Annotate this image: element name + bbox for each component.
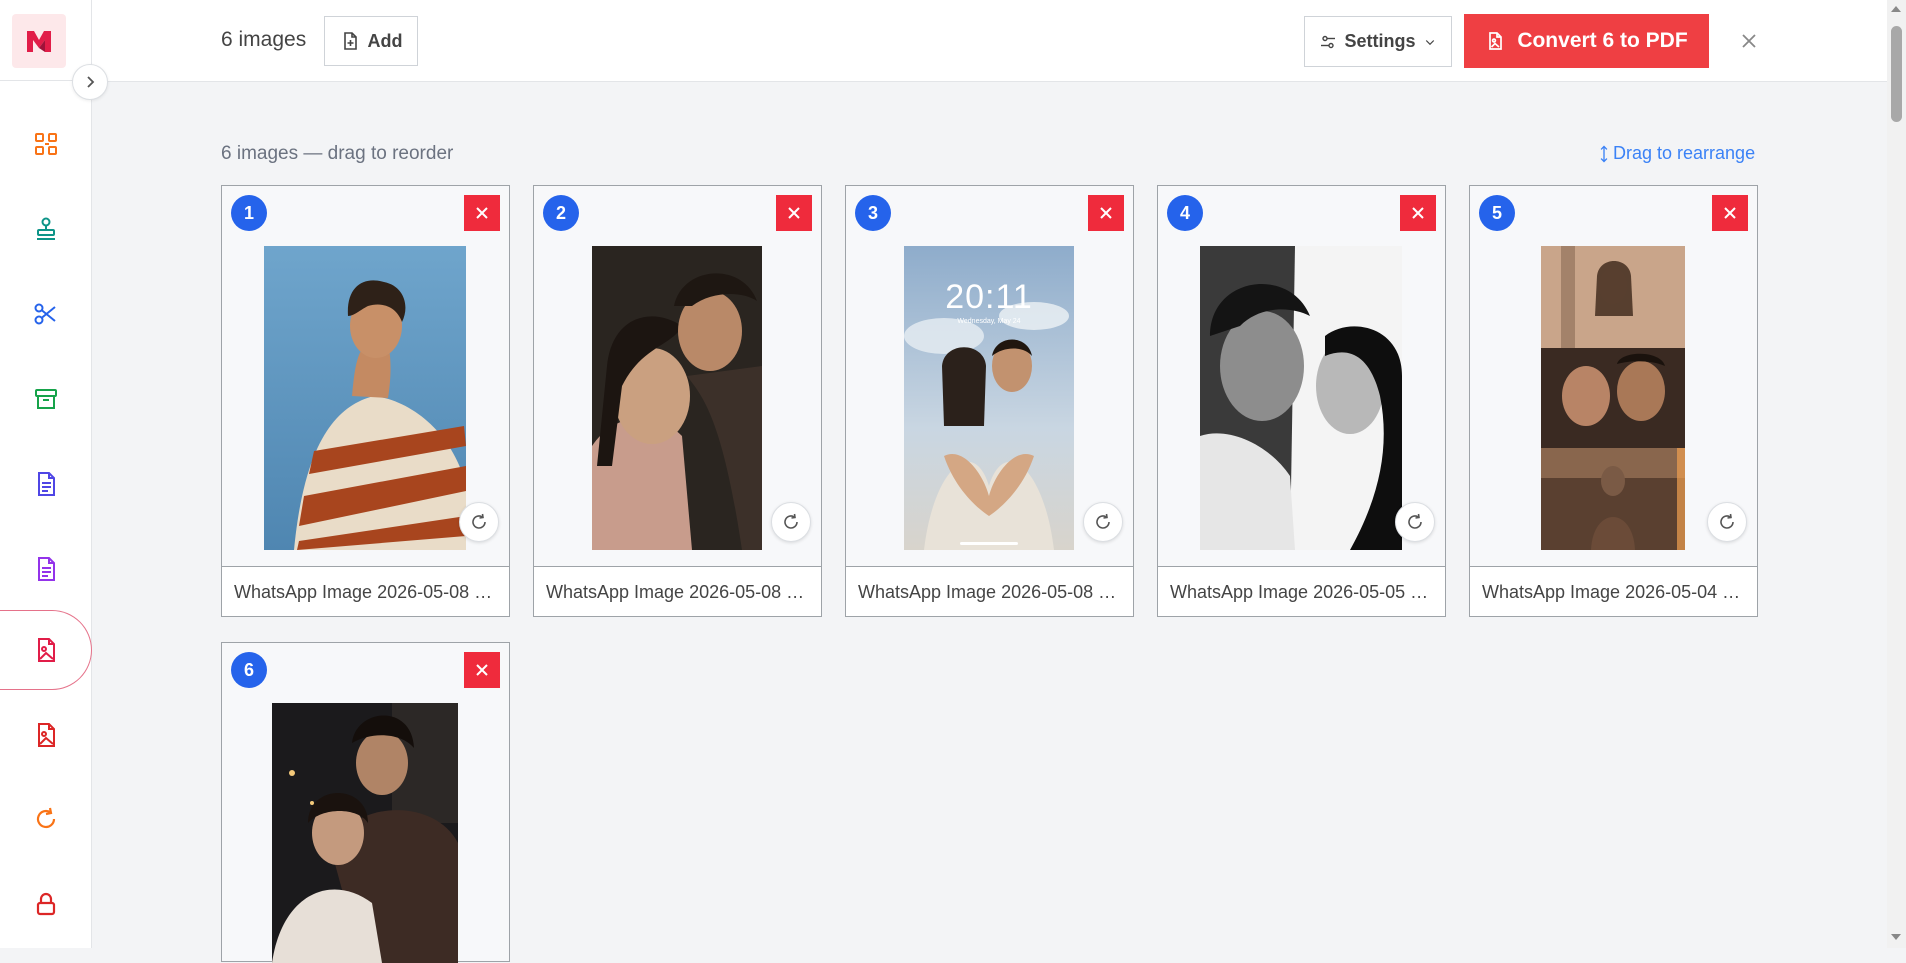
convert-to-pdf-button[interactable]: Convert 6 to PDF (1464, 14, 1709, 68)
document-icon (38, 557, 55, 581)
drag-hint-link[interactable]: Drag to rearrange (1599, 143, 1755, 164)
nav-protect[interactable] (0, 864, 92, 944)
image-file-icon (37, 638, 55, 662)
convert-button-label: Convert 6 to PDF (1517, 29, 1688, 52)
nav-word-to-pdf[interactable] (0, 529, 92, 609)
scroll-thumb[interactable] (1891, 26, 1902, 122)
close-button[interactable] (1736, 28, 1762, 54)
logo-icon (27, 31, 51, 52)
image-file-icon (38, 723, 55, 747)
drag-hint-label: Drag to rearrange (1613, 143, 1756, 163)
image-card[interactable]: 6 (221, 642, 510, 963)
nav-rotate[interactable] (0, 779, 92, 859)
image-filename: WhatsApp Image 2026-05-08 a... (534, 566, 821, 616)
rotate-icon (784, 513, 798, 529)
image-order-badge: 6 (231, 652, 267, 688)
app-logo[interactable] (12, 14, 66, 68)
nav-image-to-pdf[interactable] (0, 610, 92, 690)
rotate-image-button[interactable] (771, 502, 811, 542)
rotate-icon (1096, 513, 1110, 529)
image-filename: WhatsApp Image 2026-05-08 a... (222, 566, 509, 616)
image-order-badge: 1 (231, 195, 267, 231)
rotate-image-button[interactable] (459, 502, 499, 542)
image-order-badge: 3 (855, 195, 891, 231)
vertical-arrows-icon (1600, 145, 1608, 162)
image-filename: WhatsApp Image 2026-05-05 a... (1158, 566, 1445, 616)
image-card[interactable]: 2 WhatsApp Image 2026-05-08 a... (533, 185, 822, 617)
rotate-image-button[interactable] (1707, 502, 1747, 542)
sidebar (0, 0, 92, 948)
image-filename: WhatsApp Image 2026-05-04 a... (1470, 566, 1757, 616)
image-file-icon (1489, 32, 1503, 50)
close-icon (1100, 207, 1112, 219)
organize-icon (35, 133, 57, 155)
vertical-scrollbar[interactable] (1887, 0, 1906, 948)
lockscreen-time: 20:11 (945, 278, 1033, 316)
toolbar: 6 images Add Settings Convert 6 to PDF (92, 0, 1887, 82)
image-thumbnail (1541, 246, 1685, 550)
image-card[interactable]: 4 WhatsApp Image 2026-05-05 a... (1157, 185, 1446, 617)
remove-image-button[interactable] (464, 652, 500, 688)
image-order-badge: 4 (1167, 195, 1203, 231)
scroll-up-arrow[interactable] (1891, 6, 1901, 12)
image-count-label: 6 images (221, 28, 307, 51)
remove-image-button[interactable] (1400, 195, 1436, 231)
sidebar-expand-button[interactable] (72, 64, 108, 100)
image-filename: WhatsApp Image 2026-05-08 a... (846, 566, 1133, 616)
nav-pdf-to-image[interactable] (0, 695, 92, 775)
remove-image-button[interactable] (1088, 195, 1124, 231)
rotate-icon (1720, 513, 1734, 529)
remove-image-button[interactable] (776, 195, 812, 231)
image-thumbnail (1200, 246, 1402, 550)
image-order-badge: 2 (543, 195, 579, 231)
stamp-icon (37, 217, 55, 240)
rotate-icon (36, 807, 56, 829)
nav-split[interactable] (0, 274, 92, 354)
rotate-image-button[interactable] (1083, 502, 1123, 542)
remove-image-button[interactable] (464, 195, 500, 231)
section-label: 6 images — drag to reorder (221, 143, 454, 164)
close-icon (476, 664, 488, 676)
add-button[interactable]: Add (324, 16, 418, 66)
image-card[interactable]: 20:11 Wednesday, May 24 3 WhatsApp Image… (845, 185, 1134, 617)
add-button-label: Add (367, 30, 403, 51)
rotate-image-button[interactable] (1395, 502, 1435, 542)
image-card[interactable]: 5 WhatsApp Image 2026-05-04 a... (1469, 185, 1758, 617)
add-file-icon (343, 32, 357, 50)
close-icon (1724, 207, 1736, 219)
sliders-icon (1321, 35, 1336, 48)
scissors-icon (34, 303, 56, 325)
chevron-down-icon (1425, 39, 1434, 45)
image-thumbnail (592, 246, 762, 550)
nav-pdf-to-word[interactable] (0, 444, 92, 524)
nav-compress[interactable] (0, 359, 92, 439)
remove-image-button[interactable] (1712, 195, 1748, 231)
nav-organize[interactable] (0, 104, 92, 184)
settings-button-label: Settings (1344, 31, 1416, 51)
rotate-icon (472, 513, 486, 529)
nav-stamp[interactable] (0, 189, 92, 269)
archive-icon (35, 389, 57, 409)
lock-icon (36, 892, 56, 916)
rotate-icon (1408, 513, 1422, 529)
image-thumbnail (264, 246, 466, 550)
close-icon (1412, 207, 1424, 219)
close-icon (788, 207, 800, 219)
settings-button[interactable]: Settings (1304, 16, 1452, 67)
document-icon (38, 472, 55, 496)
close-icon (1742, 34, 1756, 48)
chevron-right-icon (87, 76, 95, 88)
close-icon (476, 207, 488, 219)
image-thumbnail (272, 703, 458, 963)
scroll-down-arrow[interactable] (1891, 934, 1901, 940)
lockscreen-date: Wednesday, May 24 (957, 318, 1021, 325)
image-order-badge: 5 (1479, 195, 1515, 231)
image-card[interactable]: 1 WhatsApp Image 2026-05-08 a... (221, 185, 510, 617)
